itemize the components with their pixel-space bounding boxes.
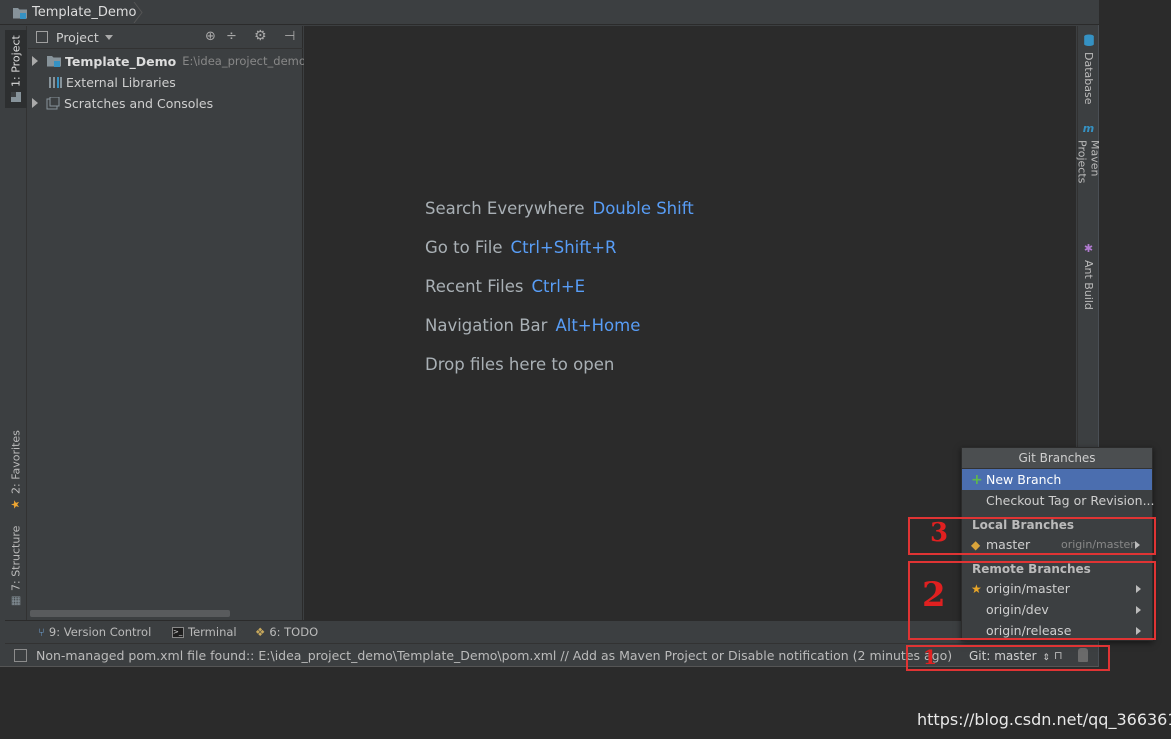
checkout-tag-label: Checkout Tag or Revision... — [986, 493, 1155, 508]
database-icon — [1083, 34, 1094, 47]
expand-arrow-icon[interactable] — [32, 56, 38, 66]
breadcrumb-separator — [133, 2, 143, 23]
structure-icon: ▦ — [9, 595, 23, 609]
tree-item-scratches[interactable]: Scratches and Consoles — [32, 93, 213, 113]
branch-icon: ⑂ — [38, 625, 45, 639]
watermark: https://blog.csdn.net/qq_36636154 — [917, 710, 1171, 729]
tab-database-label: Database — [1082, 51, 1095, 105]
hint-go-to-file: Go to File Ctrl+Shift+R — [425, 238, 617, 257]
checkout-tag-item[interactable]: Checkout Tag or Revision... — [962, 490, 1155, 511]
maven-icon: m — [1082, 122, 1095, 135]
tab-structure[interactable]: ▦ 7: Structure — [5, 524, 27, 610]
hint-navigation-bar: Navigation Bar Alt+Home — [425, 316, 640, 335]
hide-panel-icon[interactable]: ⊣ — [284, 29, 295, 44]
collapse-all-icon[interactable]: ÷ — [226, 29, 237, 44]
left-tool-strip: 1: Project ★ 2: Favorites ▦ 7: Structure — [5, 26, 27, 620]
tab-structure-label: 7: Structure — [9, 525, 23, 592]
tree-item-label: Template_Demo — [65, 53, 177, 69]
tree-item-external-libraries[interactable]: External Libraries — [48, 72, 176, 92]
libraries-icon — [49, 76, 62, 88]
ant-icon: ✱ — [1083, 242, 1094, 255]
annotation-number-1: 1 — [923, 645, 937, 669]
tab-terminal-label: Terminal — [188, 625, 237, 639]
tab-favorites-label: 2: Favorites — [9, 430, 23, 495]
project-view-icon — [36, 31, 48, 43]
hint-text: Go to File — [425, 238, 503, 257]
breadcrumb[interactable]: Template_Demo — [12, 3, 136, 22]
hint-shortcut: Double Shift — [592, 199, 694, 218]
hint-search-everywhere: Search Everywhere Double Shift — [425, 199, 694, 218]
navigation-bar: Template_Demo — [0, 0, 1099, 25]
scratches-icon — [46, 96, 60, 109]
tab-database[interactable]: Database — [1078, 34, 1099, 104]
tree-item-label: External Libraries — [66, 74, 176, 90]
chevron-down-icon[interactable] — [105, 35, 113, 40]
hint-text: Search Everywhere — [425, 199, 585, 218]
tab-maven[interactable]: m Maven Projects — [1075, 122, 1102, 222]
project-title: Template_Demo — [32, 5, 137, 20]
hint-shortcut: Ctrl+E — [531, 277, 586, 296]
annotation-number-2: 2 — [922, 575, 946, 615]
tab-todo[interactable]: ❖ 6: TODO — [255, 624, 318, 640]
hint-recent-files: Recent Files Ctrl+E — [425, 277, 585, 296]
tree-item-path: E:\idea_project_demo\ — [182, 54, 310, 68]
tab-todo-label: 6: TODO — [269, 625, 319, 639]
expand-arrow-icon[interactable] — [32, 98, 38, 108]
tab-terminal[interactable]: >_ Terminal — [172, 624, 237, 640]
project-icon — [11, 91, 21, 102]
hint-shortcut: Alt+Home — [555, 316, 641, 335]
tab-ant-build[interactable]: ✱ Ant Build — [1078, 242, 1099, 312]
plus-icon: + — [971, 471, 983, 488]
module-folder-icon — [13, 7, 27, 19]
tab-project-label: 1: Project — [9, 35, 23, 87]
hint-text: Drop files here to open — [425, 355, 615, 374]
horizontal-scrollbar[interactable] — [30, 610, 230, 617]
project-panel: Project ⊕ ÷ ⚙ ⊣ Template_Demo E:\idea_pr… — [28, 26, 310, 620]
project-view-selector[interactable]: Project — [56, 30, 99, 45]
annotation-number-3: 3 — [930, 518, 949, 548]
tab-maven-label: Maven Projects — [1075, 140, 1102, 184]
hint-shortcut: Ctrl+Shift+R — [510, 238, 617, 257]
tab-project[interactable]: 1: Project — [5, 30, 27, 108]
terminal-icon: >_ — [172, 626, 184, 638]
star-icon: ★ — [9, 498, 23, 512]
tree-item-project[interactable]: Template_Demo E:\idea_project_demo\ — [32, 51, 310, 71]
status-message[interactable]: Non-managed pom.xml file found:: E:\idea… — [36, 648, 952, 663]
tab-ant-label: Ant Build — [1082, 260, 1095, 310]
module-folder-icon — [47, 55, 61, 67]
gear-icon[interactable]: ⚙ — [254, 28, 267, 44]
tree-item-label: Scratches and Consoles — [64, 95, 214, 111]
tab-version-control[interactable]: ⑂ 9: Version Control — [38, 624, 151, 640]
tab-version-control-label: 9: Version Control — [48, 625, 152, 639]
hint-drop-files: Drop files here to open — [425, 355, 614, 374]
new-branch-item[interactable]: + New Branch — [962, 469, 1152, 490]
new-branch-label: New Branch — [986, 472, 1062, 487]
project-panel-header: Project ⊕ ÷ ⚙ ⊣ — [28, 26, 303, 49]
hint-text: Navigation Bar — [425, 316, 548, 335]
locate-icon[interactable]: ⊕ — [205, 29, 216, 44]
git-popup-title: Git Branches — [962, 448, 1152, 469]
todo-icon: ❖ — [255, 625, 266, 639]
tab-favorites[interactable]: ★ 2: Favorites — [5, 428, 27, 514]
tool-windows-toggle-icon[interactable] — [14, 649, 27, 662]
hint-text: Recent Files — [425, 277, 524, 296]
